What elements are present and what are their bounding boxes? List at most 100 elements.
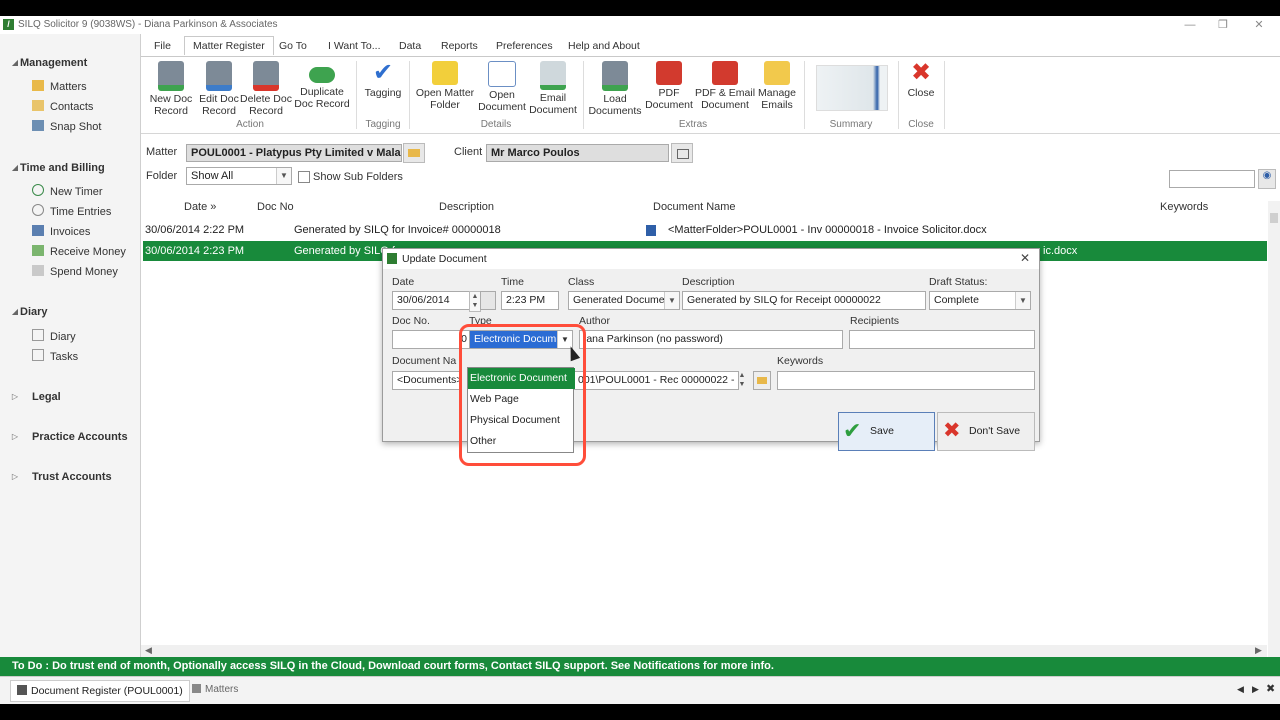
sidebar-item-tasks[interactable]: Tasks [32,349,78,365]
dialog-close-icon[interactable]: ✕ [1020,251,1030,265]
sidebar-item-snapshot[interactable]: Snap Shot [32,119,101,135]
matter-field[interactable]: POUL0001 - Platypus Pty Limited v Malach [186,144,402,162]
binoculars-icon[interactable]: ◉ [1258,169,1276,189]
tagging-button[interactable]: ✔ Tagging [359,59,407,100]
sidebar-item-matters[interactable]: Matters [32,79,87,95]
section-diary[interactable]: Diary [20,306,48,318]
load-documents-button[interactable]: Load Documents [586,59,644,117]
scroll-left-icon[interactable]: ◀ [145,645,152,656]
folder-select[interactable]: Show All ▼ [186,167,292,185]
close-button[interactable]: ✖ Close [901,59,941,100]
show-subfolders-checkbox[interactable] [298,171,310,183]
todo-bar[interactable]: To Do : Do trust end of month, Optionall… [0,657,1280,676]
section-time-billing[interactable]: Time and Billing [20,162,105,174]
chevron-down-icon: ▼ [664,292,679,309]
sidebar-item-contacts[interactable]: Contacts [32,99,93,115]
sidebar-item-label: Contacts [50,101,94,113]
sidebar-item-new-timer[interactable]: New Timer [32,184,103,200]
tab-file[interactable]: File [146,37,179,55]
author-field[interactable]: iana Parkinson (no password) [579,330,843,349]
table-row[interactable]: 30/06/2014 2:22 PM Generated by SILQ for… [143,220,1267,240]
sidebar-item-time-entries[interactable]: Time Entries [32,204,111,220]
nav-left-icon[interactable]: ◀ [1237,684,1244,695]
col-date[interactable]: Date » [184,201,216,213]
client-field[interactable]: Mr Marco Poulos [486,144,669,162]
delete-doc-record-button[interactable]: Delete Doc Record [240,59,292,117]
minimize-icon[interactable]: — [1182,18,1198,32]
section-trust-accounts[interactable]: Trust Accounts [32,471,112,483]
expand-icon[interactable]: ▷ [0,392,18,401]
group-action: Action [236,119,264,130]
tab-reports[interactable]: Reports [433,37,486,55]
description-field[interactable]: Generated by SILQ for Receipt 00000022 [682,291,926,310]
folder-icon [757,377,767,384]
col-document-name[interactable]: Document Name [653,201,736,213]
document-path-field[interactable]: 001\POUL0001 - Rec 00000022 - [573,371,739,390]
summary-thumbnail[interactable] [816,65,888,111]
section-practice-accounts[interactable]: Practice Accounts [32,431,128,443]
open-document-button[interactable]: Open Document [475,59,529,113]
edit-doc-record-button[interactable]: Edit Doc Record [194,59,244,117]
new-doc-record-button[interactable]: New Doc Record [145,59,197,117]
pdf-email-document-button[interactable]: PDF & Email Document [693,59,757,111]
col-keywords[interactable]: Keywords [1160,201,1208,213]
dont-save-button[interactable]: ✖ Don't Save [937,412,1035,451]
pdf-document-button[interactable]: PDF Document [644,59,694,111]
nav-right-icon[interactable]: ▶ [1252,684,1259,695]
time-field[interactable]: 2:23 PM [501,291,559,310]
horizontal-scrollbar[interactable]: ◀ ▶ [141,645,1267,657]
tab-data[interactable]: Data [391,37,429,55]
expand-icon[interactable]: ▷ [0,432,18,441]
document-name-field[interactable]: <Documents> [392,371,462,390]
col-doc-no[interactable]: Doc No [257,201,294,213]
sidebar-item-diary[interactable]: Diary [32,329,76,345]
author-value: iana Parkinson (no password) [584,333,723,345]
date-field[interactable]: 30/06/2014 [392,291,472,310]
calendar-icon[interactable] [480,291,496,310]
section-legal[interactable]: Legal [32,391,61,403]
save-button[interactable]: ✔ Save [838,412,935,451]
tab-i-want-to[interactable]: I Want To... [320,37,389,55]
collapse-icon[interactable]: ◢ [0,163,18,172]
open-matter-folder-button[interactable]: Open Matter Folder [412,59,478,111]
expand-icon[interactable]: ▷ [0,472,18,481]
collapse-icon[interactable]: ◢ [0,307,18,316]
close-window-icon[interactable]: ✕ [1251,18,1267,32]
close-tab-icon[interactable]: ✖ [1266,682,1275,695]
taskbar-item-document-register[interactable]: Document Register (POUL0001) [10,680,190,702]
sidebar-item-receive-money[interactable]: Receive Money [32,244,126,260]
pdf-email-icon [712,61,738,85]
vertical-scrollbar[interactable] [1268,201,1280,657]
restore-icon[interactable]: ❐ [1215,18,1231,32]
scroll-right-icon[interactable]: ▶ [1255,645,1262,656]
browse-folder-button[interactable] [753,371,771,390]
sidebar-item-invoices[interactable]: Invoices [32,224,90,240]
draft-status-select[interactable]: Complete ▼ [929,291,1031,310]
matter-lookup-button[interactable] [403,143,425,163]
keywords-field[interactable] [777,371,1035,390]
taskbar-item-matters[interactable]: Matters [188,680,242,700]
button-label: Tagging [364,87,402,99]
email-document-button[interactable]: Email Document [527,59,579,116]
application-window: / SILQ Solicitor 9 (9038WS) - Diana Park… [0,16,1280,704]
class-select[interactable]: Generated Docume ▼ [568,291,680,310]
tab-go-to[interactable]: Go To [271,37,315,55]
spend-money-icon [32,265,44,276]
class-label: Class [568,276,595,288]
duplicate-doc-record-button[interactable]: Duplicate Doc Record [293,59,351,110]
group-details: Details [480,119,512,130]
client-lookup-button[interactable] [671,143,693,163]
tab-help-about[interactable]: Help and About [560,37,648,55]
tab-matter-register[interactable]: Matter Register [184,36,274,55]
search-input[interactable] [1169,170,1255,188]
tab-preferences[interactable]: Preferences [488,37,561,55]
path-spinner[interactable]: ▲ ▼ [738,371,746,390]
folder-select-value: Show All [191,170,234,182]
sidebar-item-spend-money[interactable]: Spend Money [32,264,118,280]
scrollbar-thumb[interactable] [1270,213,1278,223]
manage-emails-button[interactable]: Manage Emails [754,59,800,111]
recipients-field[interactable] [849,330,1035,349]
collapse-icon[interactable]: ◢ [0,58,18,67]
col-description[interactable]: Description [439,201,494,213]
section-management[interactable]: Management [20,57,87,69]
